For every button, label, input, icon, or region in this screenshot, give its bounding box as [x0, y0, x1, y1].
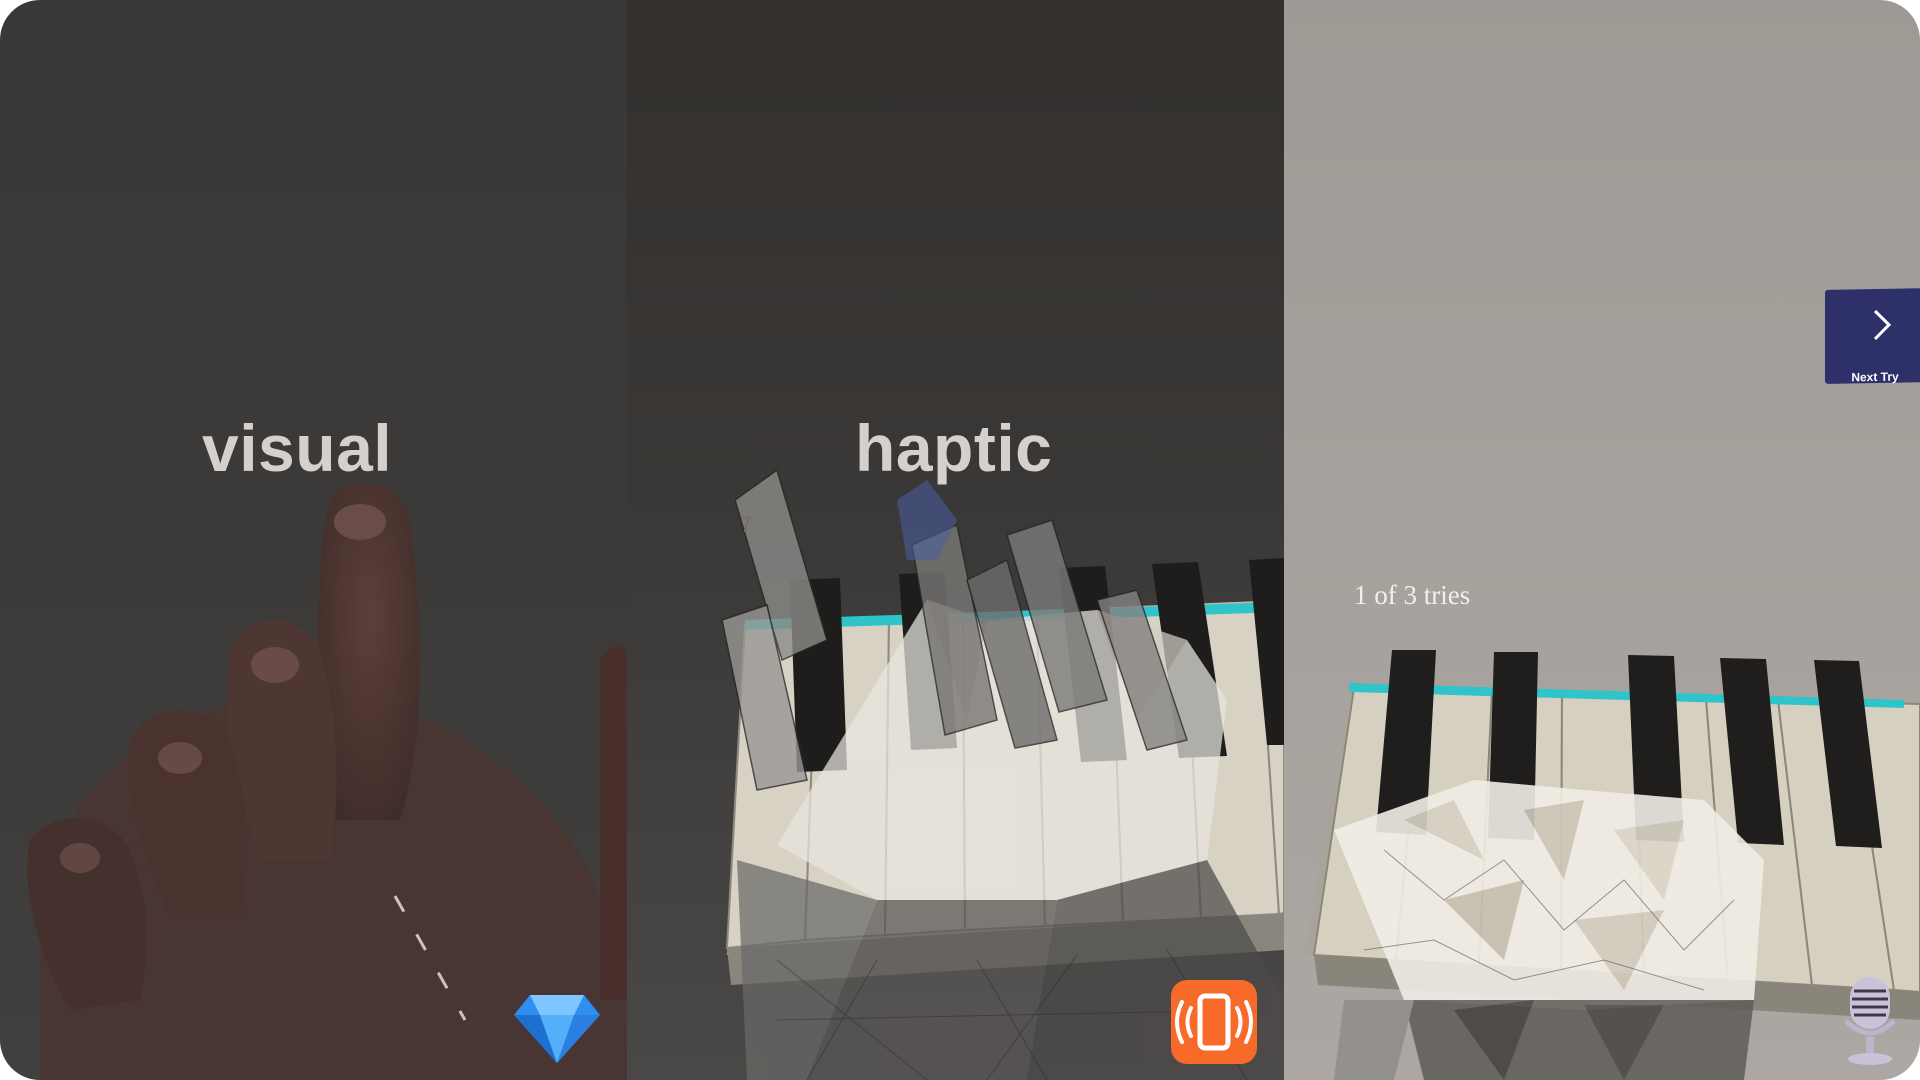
comparison-figure: visual 7 haptic 1 of 3 tries Next Try: [0, 0, 1920, 1080]
panel-title-visual: visual: [202, 411, 393, 485]
piano-keyboard-audio: [1304, 650, 1920, 1080]
next-try-button[interactable]: Next Try: [1825, 288, 1920, 384]
audio-panel: 1 of 3 tries Next Try: [1284, 0, 1920, 1080]
hand-photo: [27, 482, 627, 1080]
vibrating-phone-icon: [1169, 978, 1259, 1066]
microphone-icon: [1840, 975, 1900, 1067]
diamond-icon: [512, 993, 602, 1065]
chevron-right-icon: [1873, 309, 1892, 341]
panel-title-haptic: haptic: [855, 411, 1053, 485]
piano-keyboard: [721, 468, 1284, 1080]
next-try-label: Next Try: [1851, 369, 1899, 385]
haptic-panel: 7 haptic: [627, 0, 1284, 1080]
haptic-hud-number: 7: [740, 512, 753, 537]
tries-counter: 1 of 3 tries: [1354, 580, 1471, 610]
visual-panel: visual: [0, 0, 627, 1080]
